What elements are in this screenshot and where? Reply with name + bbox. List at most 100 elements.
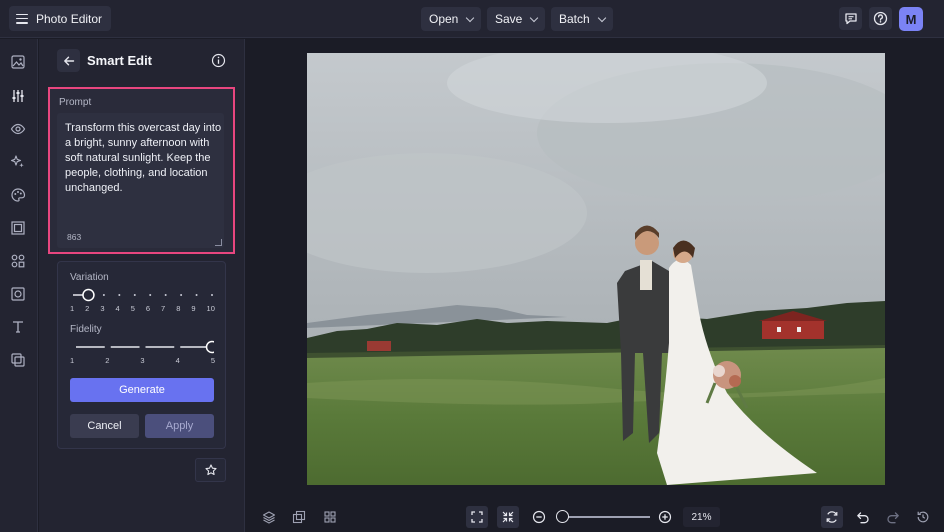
back-button[interactable] [57,49,80,72]
wedding-photo [307,53,885,485]
help-button[interactable] [869,7,892,30]
fit-screen-button[interactable] [466,506,488,528]
save-menu-button[interactable]: Save [487,7,546,31]
slider-tick-label: 7 [161,304,166,313]
slider-tick-dot [195,294,198,296]
character-count: 863 [67,232,82,242]
slider-handle[interactable] [205,340,215,354]
image-icon[interactable] [10,54,26,70]
slider-tick-label: 8 [176,304,181,313]
layers-icon [262,511,276,524]
shapes-icon[interactable] [10,253,26,269]
slider-tick-label: 2 [85,304,90,313]
frame-icon[interactable] [10,220,26,236]
zoom-slider-track[interactable] [560,516,650,518]
prompt-label: Prompt [59,97,92,108]
batch-label: Batch [559,12,590,26]
slider-tick-dot [133,294,136,296]
texture-icon[interactable] [10,286,26,302]
undo-icon [857,512,869,524]
info-icon[interactable] [211,53,226,68]
photo-canvas[interactable] [307,53,885,485]
help-icon [873,11,888,26]
open-menu-button[interactable]: Open [421,7,482,31]
prompt-text: Transform this overcast day into a brigh… [65,122,222,194]
slider-tick-label: 4 [175,356,180,365]
favorite-button[interactable] [195,458,226,482]
hamburger-icon [16,13,28,24]
open-label: Open [429,12,459,26]
variation-slider[interactable] [71,288,214,302]
redo-button[interactable] [882,506,904,528]
slider-tick-label: 5 [130,304,135,313]
app-title: Photo Editor [36,11,103,26]
chevron-down-icon [530,13,539,22]
batch-menu-button[interactable]: Batch [551,7,613,31]
slider-tick-dot [164,294,167,296]
user-avatar[interactable]: M [899,7,923,31]
history-button[interactable] [912,506,934,528]
duplicate-button[interactable] [288,506,310,528]
refresh-icon [826,511,838,523]
chevron-down-icon [466,13,475,22]
feedback-icon [844,12,857,24]
history-icon [917,511,929,523]
smart-edit-panel: Smart Edit Prompt Transform this overcas… [39,39,245,532]
zoom-level[interactable]: 21% [683,507,720,527]
slider-tick-dot [211,294,213,296]
feedback-button[interactable] [839,7,862,30]
slider-tick-label: 3 [140,356,145,365]
panel-title: Smart Edit [87,53,153,68]
variation-ticks: 1 2 3 4 5 6 7 8 9 10 [70,304,215,313]
text-icon[interactable] [10,319,26,335]
slider-tick-label: 3 [100,304,105,313]
slider-tick-label: 1 [70,356,75,365]
generation-settings: Variation 1 2 3 4 5 6 7 8 9 10 Fidelity 1 2 3 4 5 Gen… [57,261,226,449]
slider-tick-label: 6 [145,304,151,313]
adjust-sliders-icon[interactable] [10,88,26,104]
slider-tick-dot [149,294,152,296]
tool-rail [0,39,38,532]
slider-tick-label: 2 [105,356,110,365]
overlay-icon[interactable] [10,352,26,368]
slider-tick-label: 5 [210,356,215,365]
actual-size-icon [502,511,514,523]
app-menu-button[interactable]: Photo Editor [9,6,112,31]
slider-handle[interactable] [82,288,95,302]
redo-icon [887,512,899,524]
zoom-in-button[interactable] [654,506,676,528]
slider-tick-dot [102,294,105,296]
zoom-slider-handle[interactable] [556,510,569,523]
zoom-out-button[interactable] [528,506,550,528]
slider-tick-label: 9 [191,304,196,313]
sparkle-icon[interactable] [10,154,26,170]
arrow-left-icon [63,56,74,65]
refresh-button[interactable] [821,506,843,528]
layers-button[interactable] [258,506,280,528]
actual-size-button[interactable] [497,506,519,528]
slider-tick-label: 1 [70,304,75,313]
variation-label: Variation [70,272,109,283]
eye-icon[interactable] [10,121,26,137]
prompt-section: Prompt Transform this overcast day into … [48,87,235,254]
grid-button[interactable] [319,506,341,528]
palette-icon[interactable] [10,187,26,203]
undo-button[interactable] [852,506,874,528]
generate-button[interactable]: Generate [70,378,214,402]
duplicate-icon [292,510,306,524]
zoom-out-icon [532,510,546,524]
prompt-textarea[interactable]: Transform this overcast day into a brigh… [57,113,224,248]
slider-tick-label: 4 [115,304,120,313]
top-bar: Photo Editor Open Save Batch M [0,0,944,38]
resize-handle-icon[interactable] [215,239,222,246]
slider-tick-dot [118,294,121,296]
chevron-down-icon [597,13,606,22]
canvas-area [246,39,944,497]
fidelity-label: Fidelity [70,324,102,335]
cancel-button[interactable]: Cancel [70,414,139,438]
apply-button[interactable]: Apply [145,414,214,438]
fit-screen-icon [471,511,483,523]
star-icon [204,464,217,476]
slider-tick-label: 10 [206,304,215,313]
fidelity-slider[interactable] [71,340,214,354]
